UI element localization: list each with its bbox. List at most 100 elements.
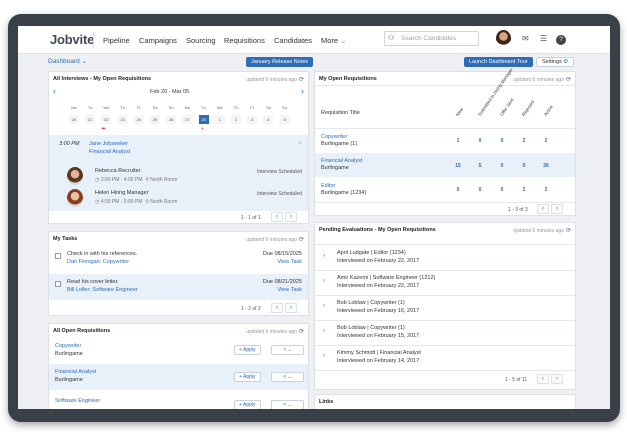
refresh-icon[interactable]: ⟳	[566, 77, 571, 83]
calendar-date[interactable]: 5	[279, 115, 290, 124]
requisition-title-link[interactable]: Editor	[321, 183, 335, 189]
task-link[interactable]: Dan Finnigan: Copywriter	[67, 259, 129, 265]
release-notes-button[interactable]: January Release Notes	[246, 57, 314, 67]
count-rejected[interactable]: 2	[518, 138, 530, 144]
nav-more[interactable]: More ⌄	[321, 36, 346, 45]
calendar-weekday: Tu	[87, 105, 93, 110]
view-task-link[interactable]: View Task	[277, 259, 302, 265]
count-offer-sent[interactable]: 0	[496, 163, 508, 169]
candidate-link[interactable]: Jane Jobseeker	[89, 141, 128, 147]
calendar-date[interactable]: 22	[101, 115, 112, 124]
interview-event[interactable]: 3:00 PM Jane Jobseeker Financial Analyst…	[49, 135, 308, 211]
apply-button[interactable]: + Apply	[234, 400, 261, 409]
pagination-prev[interactable]: ‹	[271, 212, 283, 222]
count-new[interactable]: 0	[452, 187, 464, 193]
task-link[interactable]: Bill Loller: Software Engineer	[67, 287, 138, 293]
nav-sourcing[interactable]: Sourcing	[186, 36, 216, 45]
requisition-title-link[interactable]: Software Engineer	[55, 398, 100, 404]
dashboard-dropdown[interactable]: Dashboard ⌄	[48, 57, 87, 65]
refresh-icon[interactable]: ⟳	[299, 329, 304, 335]
calendar-date[interactable]: 28	[198, 115, 209, 124]
calendar-prev-button[interactable]: ‹	[53, 86, 56, 96]
count-new[interactable]: 1	[452, 138, 464, 144]
task-checkbox[interactable]	[55, 281, 61, 287]
expand-chevron-icon[interactable]: ›	[323, 303, 325, 309]
calendar-date[interactable]: 1	[214, 115, 225, 124]
count-submitted[interactable]: 5	[474, 163, 486, 169]
pagination-prev[interactable]: ‹	[537, 204, 549, 214]
evaluation-item[interactable]: › April Ludgate | Editor (1234) Interviewe…	[315, 246, 575, 271]
calendar-date[interactable]: 3	[247, 115, 258, 124]
calendar-date[interactable]: 20	[69, 115, 79, 124]
table-row[interactable]: Financial Analyst Burlingame 15 5 0 0 26	[315, 153, 575, 177]
calendar-date[interactable]: 2	[231, 115, 241, 124]
role-link[interactable]: Financial Analyst	[89, 149, 130, 155]
evaluation-item[interactable]: › Amir Kazemi | Software Engineer (1212) I…	[315, 271, 575, 296]
expand-chevron-icon[interactable]: ›	[323, 253, 325, 259]
expand-chevron-icon[interactable]: ›	[323, 353, 325, 359]
requisition-title-link[interactable]: Financial Analyst	[55, 369, 96, 375]
pagination-next[interactable]: ›	[551, 204, 563, 214]
expand-chevron-icon[interactable]: ›	[323, 278, 325, 284]
count-active[interactable]: 26	[540, 163, 552, 169]
count-offer-sent[interactable]: 0	[496, 187, 508, 193]
pagination-prev[interactable]: ‹	[537, 374, 549, 384]
refresh-icon[interactable]: ⟳	[299, 77, 304, 83]
expand-chevron-icon[interactable]: ›	[323, 328, 325, 334]
evaluation-item[interactable]: › Bob Loblaw | Copywriter (1) Interviewed …	[315, 321, 575, 346]
mail-icon[interactable]: ✉	[522, 34, 529, 43]
calendar-date[interactable]: 26	[166, 115, 177, 124]
count-rejected[interactable]: 0	[518, 163, 530, 169]
nav-campaigns[interactable]: Campaigns	[139, 36, 177, 45]
requisition-title-link[interactable]: Copywriter	[55, 343, 81, 349]
calendar-date[interactable]: 23	[117, 115, 128, 124]
refresh-icon[interactable]: ⟳	[299, 237, 304, 243]
table-row[interactable]: Editor Burlingame (1234) 0 0 0 2 2	[315, 178, 575, 201]
count-new[interactable]: 15	[452, 163, 464, 169]
calendar-date[interactable]: 21	[85, 115, 96, 124]
evaluation-candidate: Kimmy Schmidt | Financial Analyst	[337, 350, 421, 356]
user-avatar[interactable]	[496, 30, 511, 47]
view-task-link[interactable]: View Task	[277, 287, 302, 293]
jobvite-logo[interactable]: Jobvite	[50, 32, 94, 47]
calendar-date[interactable]: 27	[182, 115, 193, 124]
list-icon[interactable]: ☰	[540, 34, 547, 43]
apply-button[interactable]: + Apply	[234, 345, 261, 355]
count-active[interactable]: 2	[540, 187, 552, 193]
count-active[interactable]: 2	[540, 138, 552, 144]
refresh-icon[interactable]: ⟳	[566, 228, 571, 234]
settings-button[interactable]: Settings ⚙	[536, 57, 575, 67]
requisition-title-link[interactable]: Copywriter	[321, 134, 347, 140]
count-submitted[interactable]: 0	[474, 187, 486, 193]
evaluation-item[interactable]: › Kimmy Schmidt | Financial Analyst Interv…	[315, 346, 575, 370]
evaluation-item[interactable]: › Bob Loblaw | Copywriter (1) Interviewed …	[315, 296, 575, 321]
count-offer-sent[interactable]: 0	[496, 138, 508, 144]
task-item[interactable]: Read his cover letter. Bill Loller: Soft…	[49, 274, 308, 300]
task-checkbox[interactable]	[55, 253, 61, 259]
table-row[interactable]: Copywriter Burlingame (1) 1 0 0 2 2	[315, 129, 575, 152]
calendar-next-button[interactable]: ›	[301, 86, 304, 96]
calendar-date[interactable]: 25	[150, 115, 160, 124]
pagination-next[interactable]: ›	[285, 303, 297, 313]
count-submitted[interactable]: 0	[474, 138, 486, 144]
pagination-prev[interactable]: ‹	[271, 303, 283, 313]
calendar-weekday: Th	[120, 105, 125, 110]
calendar-date[interactable]: 4	[263, 115, 274, 124]
task-item[interactable]: Check in with his references. Dan Finnig…	[49, 247, 308, 271]
pagination-next[interactable]: ›	[551, 374, 563, 384]
close-icon[interactable]: ×	[298, 141, 302, 147]
nav-candidates[interactable]: Candidates	[274, 36, 312, 45]
help-icon[interactable]: ?	[556, 35, 566, 45]
apply-button[interactable]: + Apply	[234, 372, 261, 382]
launch-tour-button[interactable]: Launch Dashboard Tour	[464, 57, 533, 67]
nav-requisitions[interactable]: Requisitions	[224, 36, 265, 45]
calendar-date[interactable]: 24	[133, 115, 144, 124]
requisition-title-link[interactable]: Financial Analyst	[321, 158, 362, 164]
share-dropdown[interactable]: < ⌄	[271, 400, 304, 409]
count-rejected[interactable]: 2	[518, 187, 530, 193]
search-input[interactable]: ⚇ Search Candidates	[384, 31, 479, 46]
share-dropdown[interactable]: < ⌄	[271, 345, 304, 355]
pagination-next[interactable]: ›	[285, 212, 297, 222]
share-dropdown[interactable]: < ⌄	[271, 372, 304, 382]
nav-pipeline[interactable]: Pipeline	[103, 36, 130, 45]
